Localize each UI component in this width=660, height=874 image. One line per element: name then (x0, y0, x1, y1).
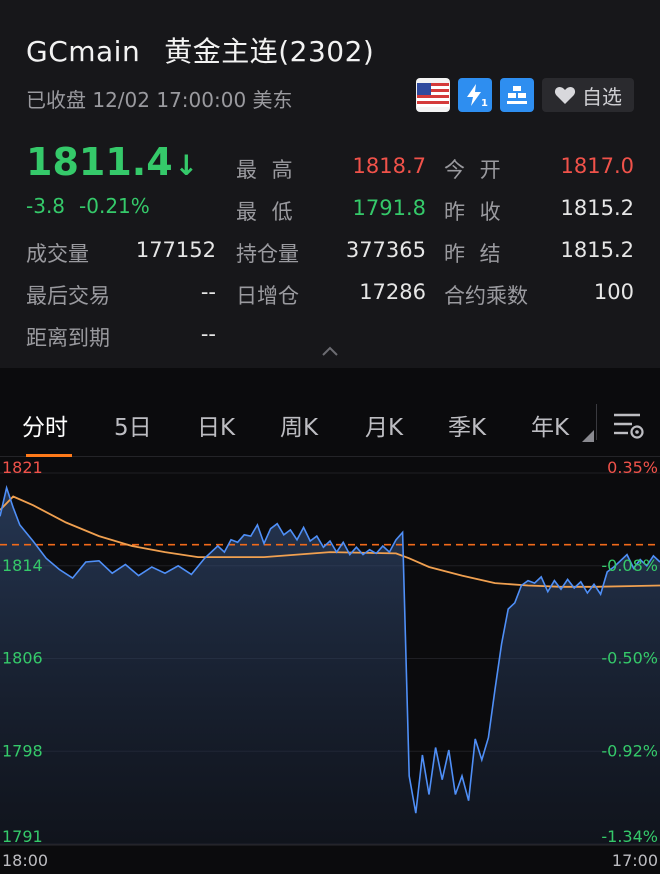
change-percent: -0.21% (79, 194, 150, 218)
y-tick-left: 1806 (2, 649, 43, 668)
more-periods-corner-icon[interactable] (582, 430, 594, 442)
y-tick-left: 1791 (2, 827, 43, 846)
y-tick-right: -0.08% (601, 556, 658, 575)
y-tick-left: 1814 (2, 556, 43, 575)
gold-bars-icon[interactable] (500, 78, 534, 112)
low-label: 最 低 (236, 200, 297, 224)
y-tick-right: -0.50% (601, 649, 658, 668)
symbol-name: 黄金主连(2302) (164, 35, 375, 68)
prev-close-label: 昨 收 (444, 200, 505, 224)
price-change: -3.8 -0.21% (26, 194, 150, 218)
low-value: 1791.8 (352, 196, 426, 220)
chevron-up-icon[interactable] (320, 344, 340, 358)
svg-text:1: 1 (481, 98, 488, 108)
volume-value: 177152 (135, 238, 216, 262)
x-tick-start: 18:00 (2, 851, 48, 870)
chart-settings-icon[interactable] (610, 406, 646, 442)
down-arrow-icon: ↓ (174, 149, 199, 182)
us-flag-icon[interactable] (416, 78, 450, 112)
change-value: -3.8 (26, 194, 66, 218)
prev-close-value: 1815.2 (560, 196, 634, 220)
open-interest-label: 持仓量 (236, 242, 299, 266)
high-label: 最 高 (236, 158, 297, 182)
page-title: GCmain 黄金主连(2302) (26, 30, 374, 70)
market-status: 已收盘 12/02 17:00:00 美东 (26, 88, 293, 112)
last-price: 1811.4↓ (26, 140, 199, 184)
y-tick-right: -1.34% (601, 827, 658, 846)
tab-monthly-k[interactable]: 月K (365, 408, 403, 442)
y-tick-left: 1798 (2, 741, 43, 760)
intraday-chart[interactable]: 1821 1814 1806 1798 1791 0.35% -0.08% -0.50% -0… (0, 456, 660, 874)
tab-5day[interactable]: 5日 (114, 408, 152, 442)
high-value: 1818.7 (352, 154, 426, 178)
multiplier-label: 合约乘数 (444, 284, 528, 308)
prev-settle-label: 昨 结 (444, 242, 505, 266)
watch-label: 自选 (582, 84, 622, 109)
heart-icon (554, 87, 576, 104)
y-tick-left: 1821 (2, 458, 43, 477)
tab-quarterly-k[interactable]: 季K (448, 408, 486, 442)
last-trade-label: 最后交易 (26, 284, 110, 308)
tab-weekly-k[interactable]: 周K (280, 408, 318, 442)
quote-header: GCmain 黄金主连(2302) 已收盘 12/02 17:00:00 美东 1 (0, 0, 660, 368)
open-label: 今 开 (444, 158, 505, 182)
y-tick-right: -0.92% (601, 741, 658, 760)
symbol-code: GCmain (26, 35, 141, 68)
x-axis-labels: 18:00 17:00 (2, 851, 658, 870)
open-interest-value: 377365 (345, 238, 426, 262)
oi-change-label: 日增仓 (236, 284, 299, 308)
last-trade-value: -- (200, 280, 216, 304)
expiry-value: -- (200, 322, 216, 346)
tab-yearly-k[interactable]: 年K (531, 408, 569, 442)
volume-label: 成交量 (26, 242, 89, 266)
badge-row: 1 自选 (416, 78, 634, 112)
period-tabs: 分时 5日 日K 周K 月K 季K 年K (0, 380, 660, 457)
open-value: 1817.0 (560, 154, 634, 178)
prev-settle-value: 1815.2 (560, 238, 634, 262)
tab-divider (596, 404, 597, 440)
expiry-label: 距离到期 (26, 326, 110, 350)
add-watchlist-button[interactable]: 自选 (542, 78, 634, 112)
tab-intraday[interactable]: 分时 (22, 408, 68, 442)
y-tick-right: 0.35% (607, 458, 658, 477)
multiplier-value: 100 (593, 280, 634, 304)
tab-daily-k[interactable]: 日K (197, 408, 235, 442)
level1-quote-icon[interactable]: 1 (458, 78, 492, 112)
x-tick-end: 17:00 (612, 851, 658, 870)
oi-change-value: 17286 (359, 280, 426, 304)
